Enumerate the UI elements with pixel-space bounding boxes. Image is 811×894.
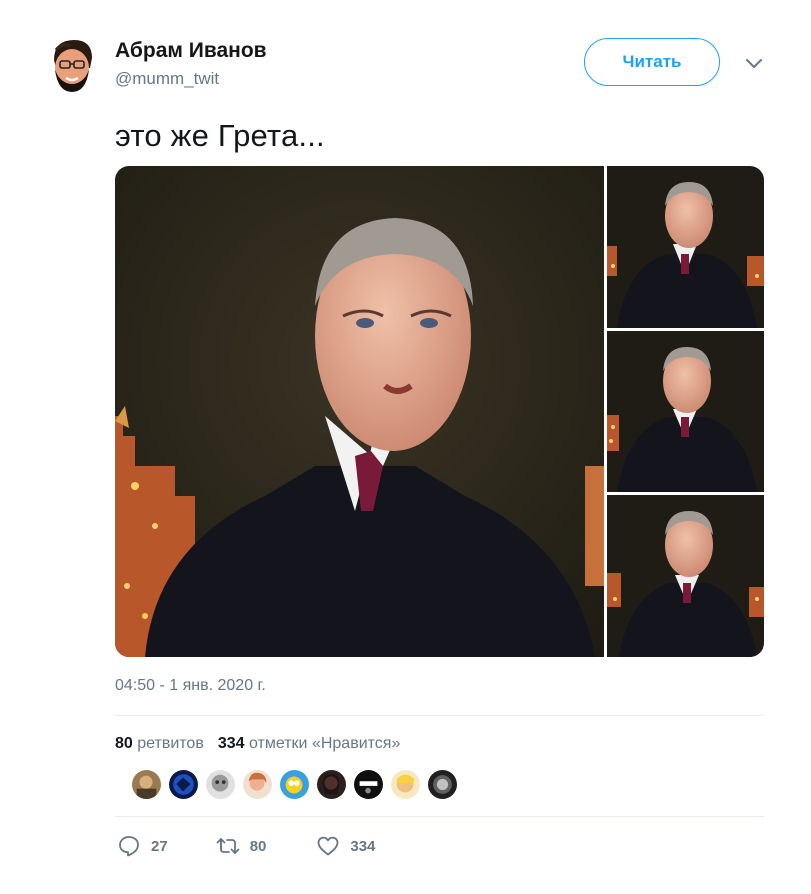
follow-button[interactable]: Читать <box>584 38 720 86</box>
tweet-timestamp[interactable]: 04:50 - 1 янв. 2020 г. <box>115 677 266 695</box>
liker-avatar[interactable] <box>279 769 310 800</box>
tweet-text: это же Грета... <box>115 118 325 153</box>
like-button[interactable]: 334 <box>316 834 375 858</box>
retweet-icon <box>216 838 240 854</box>
photo-thumbnail-1[interactable] <box>607 166 764 328</box>
divider <box>115 816 764 817</box>
author-avatar[interactable] <box>40 32 104 96</box>
author-name[interactable]: Абрам Иванов <box>115 38 267 64</box>
retweet-count: 80 <box>249 837 267 855</box>
photo-thumbnail-2[interactable] <box>607 331 764 492</box>
chevron-down-icon[interactable] <box>744 56 764 70</box>
liker-avatars <box>131 769 458 800</box>
retweets-stat[interactable]: 80 ретвитов <box>115 735 204 753</box>
liker-avatar[interactable] <box>316 769 347 800</box>
media-grid <box>115 166 764 657</box>
likes-stat[interactable]: 334 отметки «Нравится» <box>218 735 401 753</box>
author-handle[interactable]: @mumm_twit <box>115 67 267 91</box>
like-count: 334 <box>350 837 376 855</box>
liker-avatar[interactable] <box>427 769 458 800</box>
retweets-label: ретвитов <box>137 735 204 752</box>
liker-avatar[interactable] <box>390 769 421 800</box>
liker-avatar[interactable] <box>131 769 162 800</box>
retweet-button[interactable]: 80 <box>216 834 267 858</box>
reply-count: 27 <box>151 837 168 855</box>
liker-avatar[interactable] <box>242 769 273 800</box>
tweet-actions: 27 80 334 <box>117 834 375 858</box>
liker-avatar[interactable] <box>168 769 199 800</box>
liker-avatar[interactable] <box>205 769 236 800</box>
likes-count: 334 <box>217 735 245 752</box>
photo-thumbnail-3[interactable] <box>607 495 764 657</box>
photo-main[interactable] <box>115 166 604 657</box>
retweets-count: 80 <box>115 735 133 752</box>
reply-icon <box>119 836 139 857</box>
author-info[interactable]: Абрам Иванов @mumm_twit <box>115 38 267 91</box>
liker-avatar[interactable] <box>353 769 384 800</box>
reply-button[interactable]: 27 <box>117 834 168 858</box>
heart-icon <box>317 836 339 856</box>
likes-label: отметки «Нравится» <box>248 735 401 752</box>
tweet-stats: 80 ретвитов 334 отметки «Нравится» <box>115 735 400 753</box>
divider <box>115 715 764 716</box>
